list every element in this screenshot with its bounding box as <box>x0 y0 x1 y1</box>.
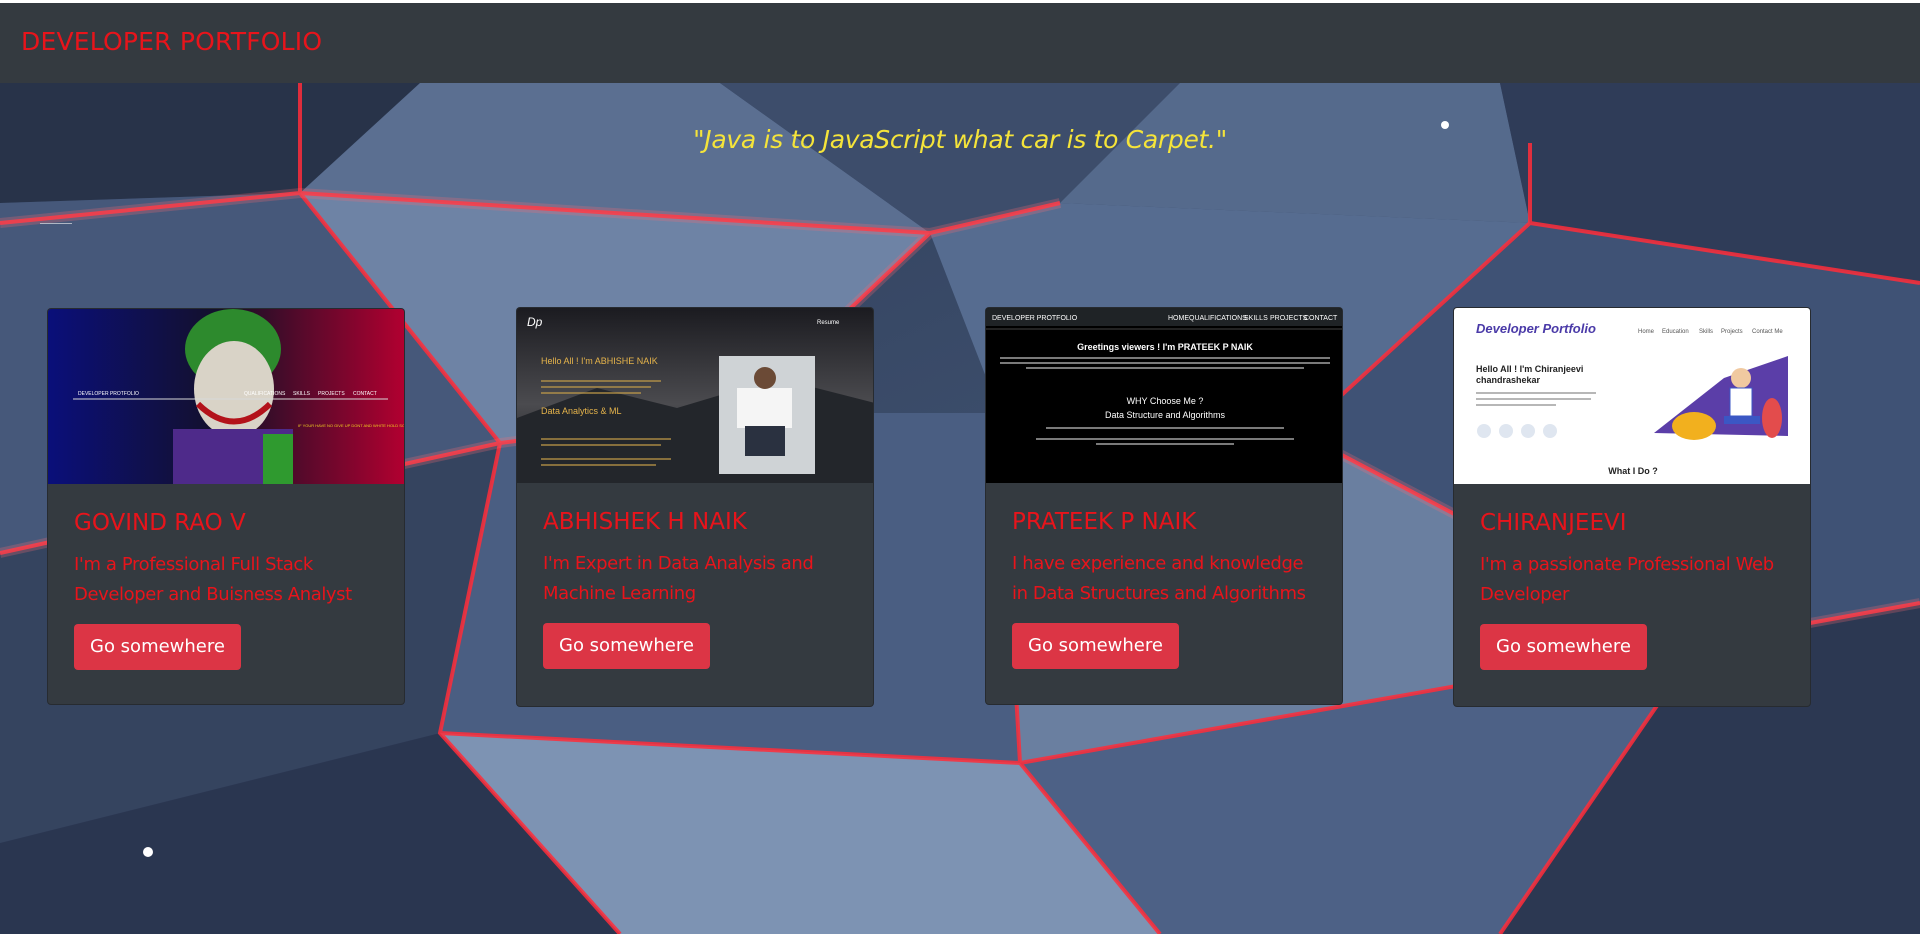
svg-text:SKILLS: SKILLS <box>293 391 311 397</box>
svg-text:SKILLS: SKILLS <box>1244 315 1268 322</box>
svg-text:Greetings viewers ! I'm PRATEE: Greetings viewers ! I'm PRATEEK P NAIK <box>1077 342 1253 352</box>
card-image-chiranjeevi: Developer Portfolio Home Education Skill… <box>1454 308 1810 484</box>
svg-text:PROJECTS: PROJECTS <box>1270 315 1308 322</box>
svg-text:CONTACT: CONTACT <box>353 391 377 397</box>
portfolio-card-chiranjeevi: Developer Portfolio Home Education Skill… <box>1453 307 1811 707</box>
svg-text:Dp: Dp <box>527 315 543 329</box>
svg-text:Resume: Resume <box>817 320 840 326</box>
svg-text:CONTACT: CONTACT <box>1304 315 1338 322</box>
go-somewhere-button[interactable]: Go somewhere <box>543 623 710 669</box>
svg-text:IF YOUR HAVE NO GIVE UP DONT A: IF YOUR HAVE NO GIVE UP DONT AND WHITE H… <box>298 423 404 428</box>
card-image-prateek: DEVELOPER PROTFOLIO HOME QUALIFICATIONS … <box>986 308 1342 483</box>
svg-text:Projects: Projects <box>1721 329 1743 335</box>
portfolio-card-prateek: DEVELOPER PROTFOLIO HOME QUALIFICATIONS … <box>985 307 1343 705</box>
svg-text:DEVELOPER PROTFOLIO: DEVELOPER PROTFOLIO <box>992 315 1078 322</box>
portfolio-card-govind: DEVELOPER PROTFOLIO QUALIFICATIONS SKILL… <box>47 308 405 705</box>
svg-text:PROJECTS: PROJECTS <box>318 391 345 397</box>
card-image-govind: DEVELOPER PROTFOLIO QUALIFICATIONS SKILL… <box>48 309 404 484</box>
svg-text:Home: Home <box>1638 329 1655 335</box>
svg-text:Contact Me: Contact Me <box>1752 329 1783 335</box>
decorative-line <box>40 223 72 224</box>
hero-quote: "Java is to JavaScript what car is to Ca… <box>693 125 1227 154</box>
card-title: ABHISHEK H NAIK <box>543 509 747 535</box>
go-somewhere-button[interactable]: Go somewhere <box>1012 623 1179 669</box>
svg-text:WHY Choose Me ?: WHY Choose Me ? <box>1127 396 1204 406</box>
portfolio-card-abhishek: Dp Resume Hello All ! I'm ABHISHE NAIK D… <box>516 307 874 707</box>
card-text: I'm a Professional Full Stack Developer … <box>74 554 352 605</box>
svg-text:Developer Portfolio: Developer Portfolio <box>1476 321 1596 336</box>
preview-brand: DEVELOPER PROTFOLIO <box>78 391 139 397</box>
joker-portrait-image: DEVELOPER PROTFOLIO QUALIFICATIONS SKILL… <box>48 309 404 484</box>
go-somewhere-button[interactable]: Go somewhere <box>74 624 241 670</box>
go-somewhere-button[interactable]: Go somewhere <box>1480 624 1647 670</box>
svg-text:QUALIFICATIONS: QUALIFICATIONS <box>244 391 286 397</box>
svg-text:What I Do ?: What I Do ? <box>1608 466 1658 476</box>
svg-text:Education: Education <box>1662 329 1689 335</box>
svg-text:Hello All ! I'm ABHISHE NAIK: Hello All ! I'm ABHISHE NAIK <box>541 356 658 366</box>
prateek-preview-image: DEVELOPER PROTFOLIO HOME QUALIFICATIONS … <box>986 308 1342 483</box>
navbar-brand[interactable]: DEVELOPER PORTFOLIO <box>21 27 322 57</box>
svg-text:Hello All ! I'm Chiranjeevi: Hello All ! I'm Chiranjeevi <box>1476 364 1583 374</box>
svg-text:chandrashekar: chandrashekar <box>1476 375 1541 385</box>
svg-text:QUALIFICATIONS: QUALIFICATIONS <box>1189 315 1247 322</box>
svg-text:Data Structure and Algorithms: Data Structure and Algorithms <box>1105 410 1226 420</box>
card-text: I'm Expert in Data Analysis and Machine … <box>543 553 814 604</box>
svg-text:Skills: Skills <box>1699 329 1713 335</box>
card-text: I have experience and knowledge in Data … <box>1012 553 1306 604</box>
chiranjeevi-preview-image: Developer Portfolio Home Education Skill… <box>1454 308 1810 484</box>
card-title: PRATEEK P NAIK <box>1012 509 1197 535</box>
card-text: I'm a passionate Professional Web Develo… <box>1480 554 1774 605</box>
card-title: GOVIND RAO V <box>74 510 246 536</box>
svg-text:Data Analytics & ML: Data Analytics & ML <box>541 406 622 416</box>
card-title: CHIRANJEEVI <box>1480 510 1627 536</box>
card-image-abhishek: Dp Resume Hello All ! I'm ABHISHE NAIK D… <box>517 308 873 483</box>
svg-text:HOME: HOME <box>1168 315 1189 322</box>
navbar: DEVELOPER PORTFOLIO <box>0 3 1920 83</box>
abhishek-preview-image: Dp Resume Hello All ! I'm ABHISHE NAIK D… <box>517 308 873 483</box>
